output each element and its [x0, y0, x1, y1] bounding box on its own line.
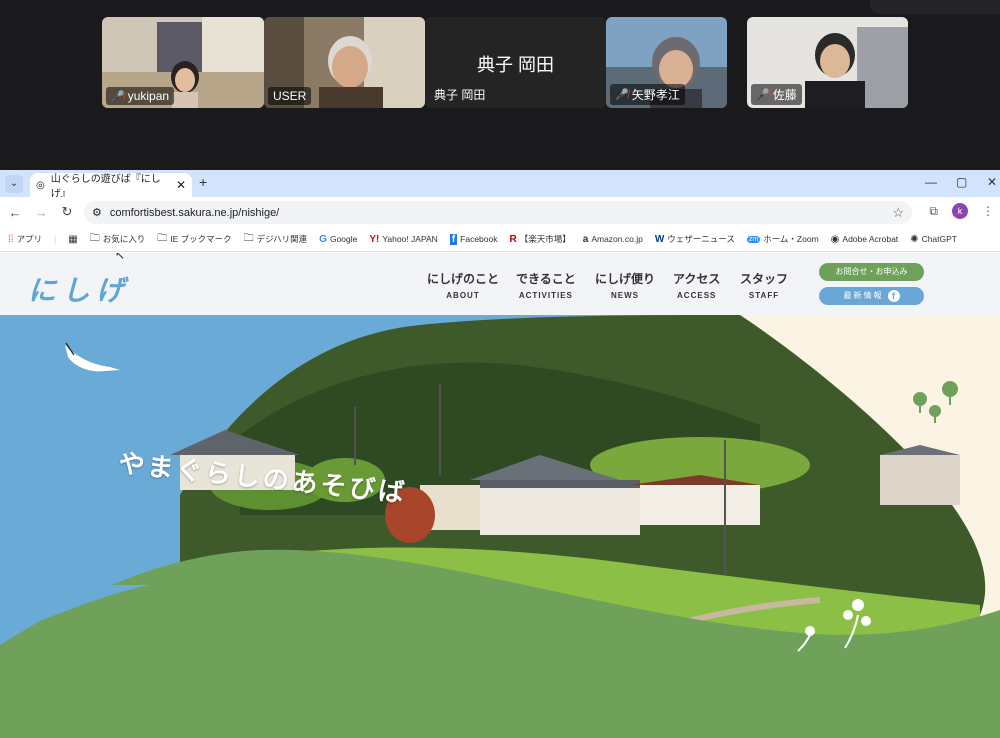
video-tile-yukipan[interactable]: 🎤̸ yukipan — [102, 17, 264, 108]
bookmark-yahoo[interactable]: Y! Yahoo! JAPAN — [369, 234, 437, 245]
zoom-icon: zm — [746, 235, 761, 243]
participant-name: yukipan — [127, 89, 170, 103]
bookmarks-bar: ⁞⁞ アプリ | ▦ 🗀 お気に入り 🗀 IE ブックマーク 🗀 デジハリ関連 G Goo… — [0, 227, 1000, 252]
bookmark-facebook[interactable]: f Facebook — [449, 233, 498, 245]
participant-name: 典子 岡田 — [434, 88, 486, 102]
nav-staff[interactable]: スタッフ STAFF — [740, 270, 788, 300]
facebook-icon: f — [449, 233, 458, 245]
bookmark-folder[interactable]: 🗀 IE ブックマーク — [157, 231, 231, 248]
participant-name-tag: 典子 岡田 — [429, 84, 490, 105]
bookmark-star-icon[interactable]: ☆ — [892, 205, 904, 221]
video-tile-user[interactable]: USER — [264, 17, 425, 108]
new-tab-button[interactable]: + — [199, 174, 207, 190]
site-logo[interactable]: にしげ — [28, 269, 130, 309]
video-conference-strip: 🎤̸ yukipan USER 典子 岡田 典子 岡田 🎤̸ 矢野孝江 🎤̸ 佐… — [0, 0, 1000, 170]
tab-search-button[interactable]: ⌄ — [5, 175, 23, 193]
minimize-icon[interactable]: — — [925, 175, 937, 189]
page-favicon-icon: ◎ — [36, 179, 45, 191]
close-window-icon[interactable]: ✕ — [987, 175, 997, 189]
bookmark-amazon[interactable]: a Amazon.co.jp — [583, 234, 643, 245]
bookmark-folder[interactable]: 🗀 デジハリ関連 — [244, 231, 308, 248]
browser-toolbar: ← → ↻ ⚙ comfortisbest.sakura.ne.jp/nishi… — [0, 197, 1000, 227]
muted-mic-icon: 🎤̸ — [111, 90, 125, 103]
webpage: にしげ にしげのこと ABOUT できること ACTIVITIES にしげ便り … — [0, 253, 1000, 738]
facebook-icon: f — [887, 289, 900, 302]
profile-avatar[interactable]: k — [952, 203, 968, 219]
bookmark-apps[interactable]: ⁞⁞ アプリ — [8, 233, 42, 245]
site-info-icon[interactable]: ⚙ — [92, 206, 102, 219]
bookmark-zoom[interactable]: zm ホーム・Zoom — [746, 233, 819, 245]
participant-name-tag: 🎤̸ yukipan — [106, 87, 175, 105]
yahoo-icon: Y! — [369, 233, 380, 245]
tab-strip: ⌄ ◎ 山ぐらしの遊びば『にしげ』 ✕ + — ▢ ✕ — [0, 170, 1000, 200]
nav-access[interactable]: アクセス ACCESS — [673, 270, 720, 300]
mouse-cursor-icon: ↖ — [115, 253, 126, 262]
latest-news-button[interactable]: 最新情報 f — [819, 287, 924, 305]
apps-icon: ⁞⁞ — [8, 233, 14, 245]
nav-about[interactable]: にしげのこと ABOUT — [427, 270, 499, 300]
folder-icon: 🗀 — [89, 232, 100, 244]
back-icon[interactable]: ← — [8, 205, 22, 220]
muted-mic-icon: 🎤̸ — [756, 89, 770, 101]
nav-news[interactable]: にしげ便り NEWS — [595, 270, 655, 300]
video-tile-yano[interactable]: 🎤̸ 矢野孝江 — [606, 17, 727, 108]
muted-mic-icon: 🎤̸ — [615, 89, 629, 101]
bookmark-acrobat[interactable]: ◉ Adobe Acrobat — [831, 234, 899, 245]
reload-icon[interactable]: ↻ — [60, 204, 74, 220]
nav-activities[interactable]: できること ACTIVITIES — [516, 270, 576, 300]
participant-name-tag: USER — [268, 87, 312, 105]
browser-tab[interactable]: ◎ 山ぐらしの遊びば『にしげ』 ✕ — [30, 173, 192, 200]
acrobat-icon: ◉ — [830, 233, 840, 245]
weather-icon: W — [654, 233, 665, 245]
tab-title: 山ぐらしの遊びば『にしげ』 — [50, 174, 161, 200]
bookmark-google[interactable]: G Google — [319, 234, 357, 245]
participant-name: USER — [273, 89, 307, 103]
google-icon: G — [319, 233, 327, 245]
video-tile-sato[interactable]: 🎤̸ 佐藤 — [747, 17, 908, 108]
maximize-icon[interactable]: ▢ — [956, 175, 967, 189]
url-text: comfortisbest.sakura.ne.jp/nishige/ — [109, 206, 280, 219]
address-bar[interactable]: ⚙ comfortisbest.sakura.ne.jp/nishige/ ☆ — [84, 201, 912, 224]
separator: | — [54, 234, 57, 244]
participant-name: 矢野孝江 — [631, 88, 680, 102]
menu-kebab-icon[interactable]: ⋮ — [982, 204, 994, 218]
bookmark-folder[interactable]: 🗀 お気に入り — [90, 231, 146, 248]
bookmark-rakuten[interactable]: R 【楽天市場】 — [510, 233, 571, 245]
contact-button[interactable]: お問合せ・お申込み — [819, 263, 924, 281]
participant-display-name: 典子 岡田 — [476, 55, 554, 75]
close-tab-icon[interactable]: ✕ — [176, 178, 186, 192]
conference-top-control[interactable] — [870, 0, 1000, 14]
forward-icon[interactable]: → — [34, 205, 48, 220]
folder-icon: 🗀 — [157, 232, 168, 244]
participant-name-tag: 🎤̸ 佐藤 — [751, 84, 802, 105]
folder-icon: 🗀 — [243, 232, 254, 244]
participant-name: 佐藤 — [772, 88, 797, 102]
bookmark-chatgpt[interactable]: ✺ ChatGPT — [910, 234, 957, 245]
bookmark-weathernews[interactable]: W ウェザーニュース — [655, 233, 735, 245]
grid-icon: ▦ — [68, 233, 78, 245]
site-header: にしげ にしげのこと ABOUT できること ACTIVITIES にしげ便り … — [0, 253, 1000, 315]
rakuten-icon: R — [509, 233, 517, 245]
extensions-icon[interactable]: ⧉ — [929, 204, 938, 219]
participant-name-tag: 🎤̸ 矢野孝江 — [610, 84, 685, 105]
hero-image — [0, 315, 1000, 738]
video-tile-okada[interactable]: 典子 岡田 典子 岡田 — [425, 17, 606, 108]
toolbar-right: ⧉ k ⋮ — [929, 203, 994, 219]
amazon-icon: a — [582, 233, 589, 245]
chatgpt-icon: ✺ — [910, 233, 919, 245]
browser-window: ⌄ ◎ 山ぐらしの遊びば『にしげ』 ✕ + — ▢ ✕ ← → ↻ ⚙ comf… — [0, 170, 1000, 738]
bookmark-grid[interactable]: ▦ — [68, 234, 77, 245]
